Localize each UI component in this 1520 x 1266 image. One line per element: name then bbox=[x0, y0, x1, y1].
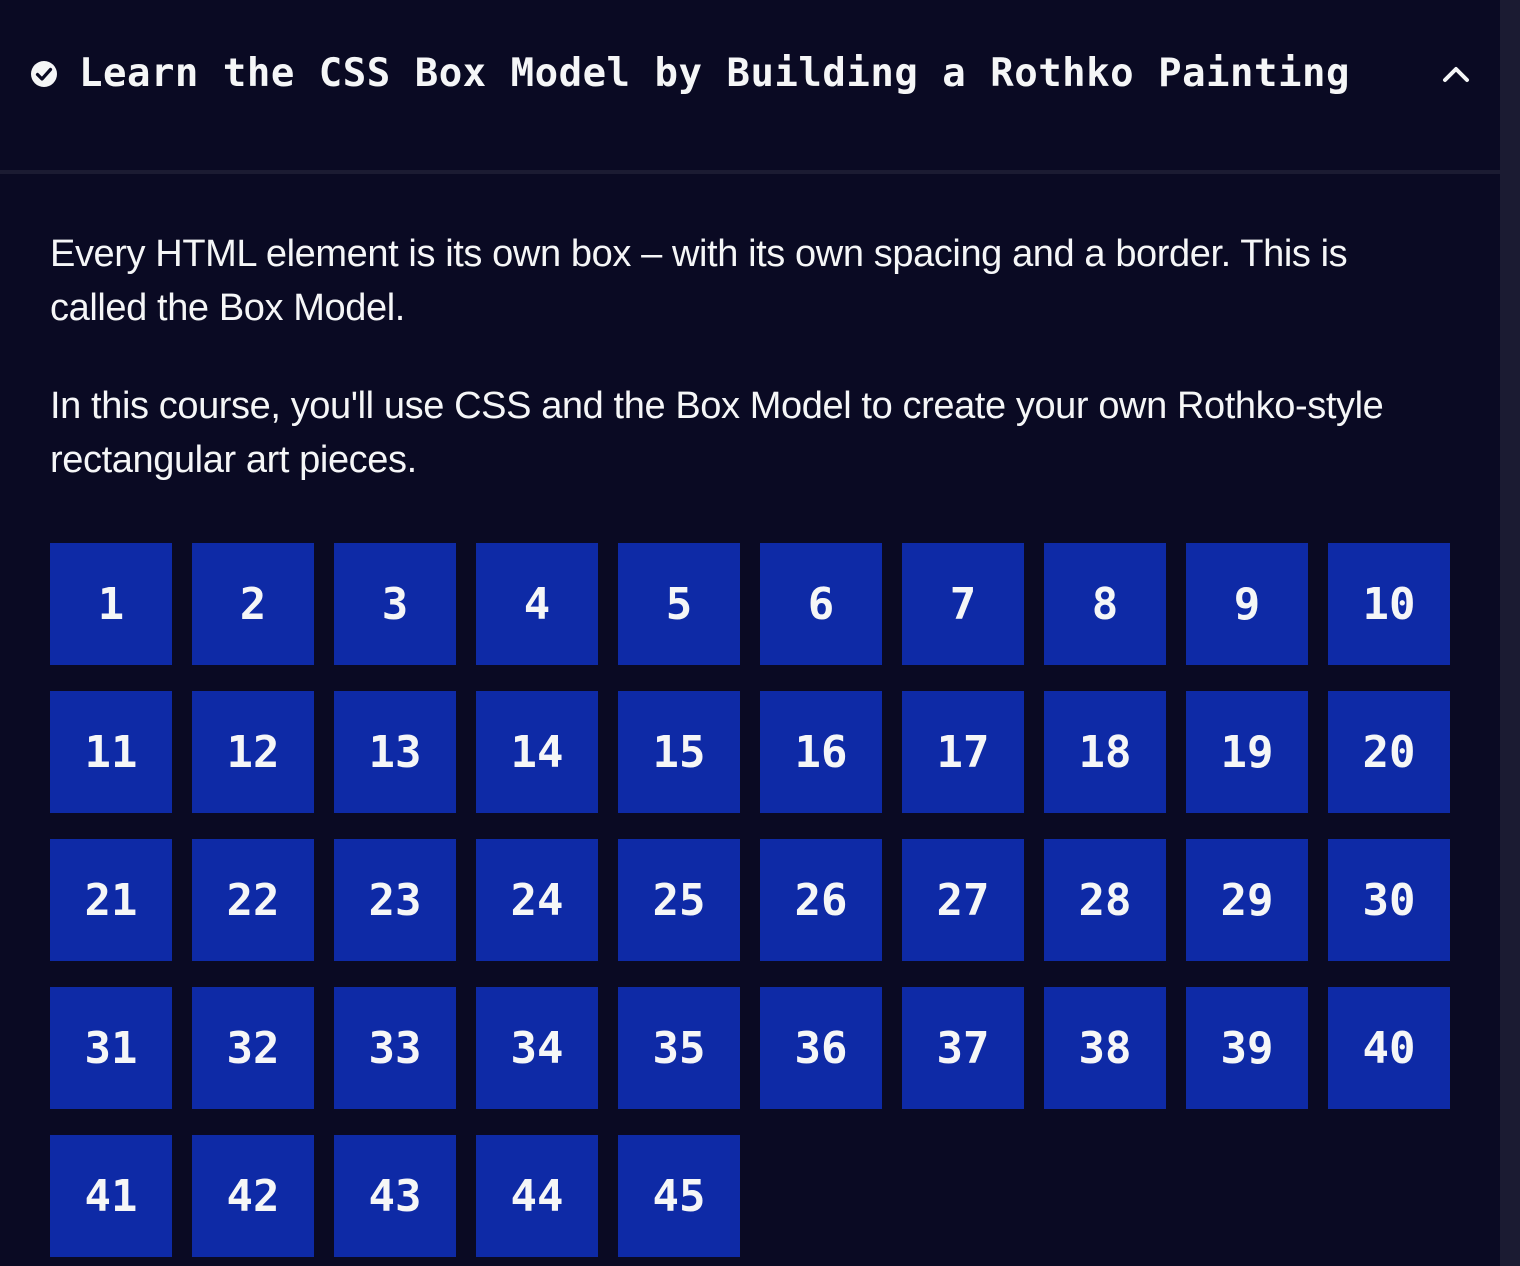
step-button[interactable]: 27 bbox=[902, 839, 1024, 961]
step-button[interactable]: 40 bbox=[1328, 987, 1450, 1109]
step-button[interactable]: 24 bbox=[476, 839, 598, 961]
step-button[interactable]: 14 bbox=[476, 691, 598, 813]
step-button[interactable]: 29 bbox=[1186, 839, 1308, 961]
scrollbar-track[interactable] bbox=[1500, 0, 1520, 1266]
step-button[interactable]: 30 bbox=[1328, 839, 1450, 961]
step-button[interactable]: 1 bbox=[50, 543, 172, 665]
step-button[interactable]: 20 bbox=[1328, 691, 1450, 813]
step-button[interactable]: 4 bbox=[476, 543, 598, 665]
step-button[interactable]: 17 bbox=[902, 691, 1024, 813]
step-button[interactable]: 43 bbox=[334, 1135, 456, 1257]
course-description-paragraph: Every HTML element is its own box – with… bbox=[50, 233, 1348, 329]
step-button[interactable]: 26 bbox=[760, 839, 882, 961]
step-button[interactable]: 6 bbox=[760, 543, 882, 665]
check-circle-icon bbox=[31, 61, 57, 87]
step-button[interactable]: 44 bbox=[476, 1135, 598, 1257]
step-button[interactable]: 25 bbox=[618, 839, 740, 961]
step-button[interactable]: 34 bbox=[476, 987, 598, 1109]
step-button[interactable]: 7 bbox=[902, 543, 1024, 665]
step-grid: 1 2 3 4 5 6 7 8 9 10 11 12 13 14 15 16 17 18 19 20 21 22 23 24 2… bbox=[50, 543, 1452, 1257]
step-button[interactable]: 36 bbox=[760, 987, 882, 1109]
step-button[interactable]: 19 bbox=[1186, 691, 1308, 813]
step-button[interactable]: 22 bbox=[192, 839, 314, 961]
step-button[interactable]: 9 bbox=[1186, 543, 1308, 665]
step-button[interactable]: 18 bbox=[1044, 691, 1166, 813]
step-button[interactable]: 33 bbox=[334, 987, 456, 1109]
step-button[interactable]: 12 bbox=[192, 691, 314, 813]
step-button[interactable]: 13 bbox=[334, 691, 456, 813]
step-button[interactable]: 31 bbox=[50, 987, 172, 1109]
step-button[interactable]: 35 bbox=[618, 987, 740, 1109]
step-button[interactable]: 2 bbox=[192, 543, 314, 665]
step-button[interactable]: 23 bbox=[334, 839, 456, 961]
course-header[interactable]: Learn the CSS Box Model by Building a Ro… bbox=[0, 0, 1500, 174]
step-button[interactable]: 8 bbox=[1044, 543, 1166, 665]
step-button[interactable]: 28 bbox=[1044, 839, 1166, 961]
step-button[interactable]: 41 bbox=[50, 1135, 172, 1257]
course-description-paragraph: In this course, you'll use CSS and the B… bbox=[50, 385, 1384, 481]
step-button[interactable]: 45 bbox=[618, 1135, 740, 1257]
page: Learn the CSS Box Model by Building a Ro… bbox=[0, 0, 1520, 1266]
step-button[interactable]: 16 bbox=[760, 691, 882, 813]
step-button[interactable]: 37 bbox=[902, 987, 1024, 1109]
step-button[interactable]: 3 bbox=[334, 543, 456, 665]
step-button[interactable]: 21 bbox=[50, 839, 172, 961]
step-button[interactable]: 39 bbox=[1186, 987, 1308, 1109]
step-button[interactable]: 42 bbox=[192, 1135, 314, 1257]
step-button[interactable]: 5 bbox=[618, 543, 740, 665]
step-button[interactable]: 32 bbox=[192, 987, 314, 1109]
step-button[interactable]: 10 bbox=[1328, 543, 1450, 665]
step-button[interactable]: 11 bbox=[50, 691, 172, 813]
course-title: Learn the CSS Box Model by Building a Ro… bbox=[79, 51, 1350, 96]
chevron-up-icon[interactable] bbox=[1438, 58, 1474, 88]
step-button[interactable]: 38 bbox=[1044, 987, 1166, 1109]
step-button[interactable]: 15 bbox=[618, 691, 740, 813]
